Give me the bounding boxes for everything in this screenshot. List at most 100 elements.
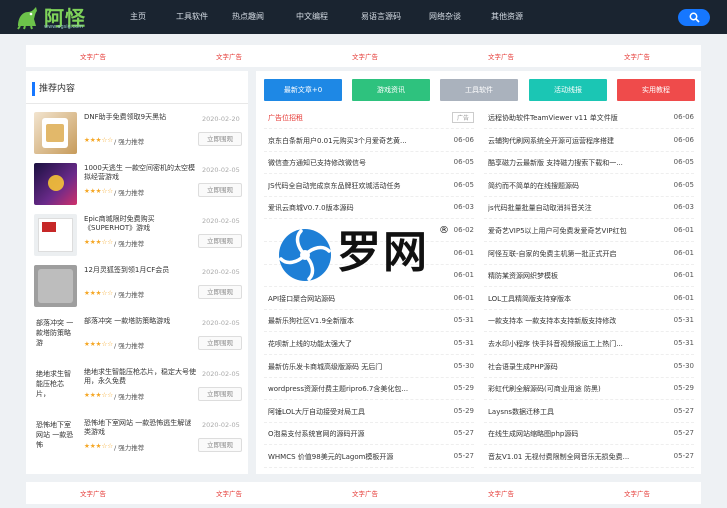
text-ad[interactable]: 文字广告 (352, 51, 378, 61)
tab-events[interactable]: 活动线报 (529, 79, 607, 101)
article-row[interactable]: API接口聚合网站源码 06-01 (264, 288, 474, 310)
article-row[interactable]: wordpress资源付费主题ripro6.7含美化包... 05-29 (264, 378, 474, 401)
article-row[interactable]: 微信查方通知已支持修改微信号 06-05 (264, 152, 474, 175)
article-title[interactable]: 最新乐狗社区V1.9全新版本 (268, 316, 440, 326)
text-ad[interactable]: 文字广告 (488, 51, 514, 61)
item-title[interactable]: 部落冲突 一款塔防策略游戏 (84, 317, 196, 326)
nav-item-home[interactable]: 主页 (112, 0, 164, 34)
article-title[interactable]: 简约而不简单的在线搜题源码 (488, 181, 660, 191)
search-button[interactable] (678, 9, 710, 26)
item-thumbnail-alt-text[interactable]: 绝地求生智能压枪芯片， (34, 367, 77, 409)
nav-item-programming[interactable]: 中文编程 (276, 0, 348, 34)
recommend-item[interactable]: 1000天逃生 一款空间密机的太空模拟经营游戏 2020-02-05 ★★★☆☆… (34, 163, 244, 209)
item-thumbnail-alt-text[interactable]: 部落冲突 一款塔防策略游 (34, 316, 77, 358)
article-title[interactable]: WHMCS 价值98美元的Lagom模板开源 (268, 452, 440, 462)
text-ad[interactable]: 文字广告 (352, 488, 378, 498)
nav-item-tools[interactable]: 工具软件 (164, 0, 220, 34)
view-button[interactable]: 立即围观 (198, 336, 242, 350)
view-button[interactable]: 立即围观 (198, 234, 242, 248)
recommend-item[interactable]: 绝地求生智能压枪芯片， 绝地求生智能压枪芯片，稳定大号使用，永久免费 2020-… (34, 367, 244, 413)
article-row[interactable]: 一款支持本 一款支持本支持新版支持修改 05-31 (484, 310, 694, 333)
text-ad[interactable]: 文字广告 (624, 51, 650, 61)
article-row[interactable]: 阿锤LOL大厅自动接受对局工具 05-29 (264, 401, 474, 423)
tab-latest[interactable]: 最新文章+0 (264, 79, 342, 101)
article-title[interactable]: JS代码全自动完成京东品牌狂欢城活动任务 (268, 181, 440, 191)
article-title[interactable]: API接口聚合网站源码 (268, 294, 440, 304)
article-row[interactable]: 爱奇艺VIP5以上用户可免费发爱奇艺VIP红包 06-01 (484, 220, 694, 242)
article-title[interactable]: 爱讯云商城V0.7.0版本源码 (268, 203, 440, 213)
article-title[interactable]: 精防某资源网织梦模板 (488, 271, 660, 281)
item-title[interactable]: 恐怖地下室网站 一款恐怖逃生解谜类游戏 (84, 419, 196, 437)
view-button[interactable]: 立即围观 (198, 438, 242, 452)
text-ad[interactable]: 文字广告 (80, 488, 106, 498)
article-title[interactable]: 在线生成网站缩略图php源码 (488, 429, 660, 439)
article-row[interactable]: 彩虹代刷全解源码(可商业用途 防黑) 05-29 (484, 378, 694, 401)
text-ad[interactable]: 文字广告 (216, 51, 242, 61)
article-row[interactable]: 音友V1.01 无视付费限制全网音乐无损免费... 05-27 (484, 446, 694, 468)
item-thumbnail[interactable] (34, 214, 77, 256)
view-button[interactable]: 立即围观 (198, 183, 242, 197)
article-title[interactable]: 去水印小程序 快手抖音视频报运工上热门... (488, 339, 660, 349)
item-title[interactable]: 绝地求生智能压枪芯片，稳定大号使用，永久免费 (84, 368, 196, 386)
article-title[interactable]: wordpress资源付费主题ripro6.7含美化包... (268, 384, 440, 394)
article-title[interactable]: 花呗新上线的功能太强大了 (268, 339, 440, 349)
article-row[interactable]: 云辅狗代刷网系统全开源可运营程序搭建 06-06 (484, 130, 694, 152)
article-row[interactable]: 在线生成网站缩略图php源码 05-27 (484, 423, 694, 446)
item-thumbnail-alt-text[interactable]: 恐怖地下室网站 一款恐怖 (34, 418, 77, 460)
article-title[interactable]: js代码批量批量自动取消抖音关注 (488, 203, 660, 213)
article-title[interactable]: 彩虹代刷全解源码(可商业用途 防黑) (488, 384, 660, 394)
item-thumbnail[interactable] (34, 112, 77, 154)
view-button[interactable]: 立即围观 (198, 387, 242, 401)
recommend-item[interactable]: 恐怖地下室网站 一款恐怖 恐怖地下室网站 一款恐怖逃生解谜类游戏 2020-02… (34, 418, 244, 464)
article-row[interactable]: 去水印小程序 快手抖音视频报运工上热门... 05-31 (484, 333, 694, 355)
article-title[interactable]: 爱奇艺VIP5以上用户可免费发爱奇艺VIP红包 (488, 226, 660, 236)
article-title[interactable]: Laysns数据迁移工具 (488, 407, 660, 417)
recommend-item[interactable]: 部落冲突 一款塔防策略游 部落冲突 一款塔防策略游戏 2020-02-05 ★★… (34, 316, 244, 362)
article-row[interactable]: 爱讯云商城V0.7.0版本源码 06-03 (264, 197, 474, 220)
article-title[interactable]: LOL工具精简版支持穿版本 (488, 294, 660, 304)
article-title[interactable]: 阿怪互联-自家的免费主机第一批正式开启 (488, 249, 660, 259)
article-title[interactable]: 音友V1.01 无视付费限制全网音乐无损免费... (488, 452, 660, 462)
article-row[interactable]: 社会语录生成PHP源码 05-30 (484, 356, 694, 378)
article-title[interactable]: 酷享磁力云最新版 支持磁力搜索下载和一... (488, 158, 660, 168)
article-row[interactable]: 酷享磁力云最新版 支持磁力搜索下载和一... 06-05 (484, 152, 694, 175)
article-row[interactable]: js代码批量批量自动取消抖音关注 06-03 (484, 197, 694, 220)
article-row[interactable]: 最新乐狗社区V1.9全新版本 05-31 (264, 310, 474, 333)
article-title[interactable]: 阿锤LOL大厅自动接受对局工具 (268, 407, 440, 417)
item-title[interactable]: DNF助手免费领取9天黑钻 (84, 113, 196, 122)
article-row[interactable]: JS代码全自动完成京东品牌狂欢城活动任务 06-05 (264, 175, 474, 197)
item-thumbnail[interactable] (34, 163, 77, 205)
site-logo[interactable]: 阿怪 www.agsig.com (14, 2, 98, 32)
article-title[interactable]: O泡易支付系统官网的源码开源 (268, 429, 440, 439)
view-button[interactable]: 立即围观 (198, 132, 242, 146)
tab-tutorials[interactable]: 实用教程 (617, 79, 695, 101)
recommend-item[interactable]: DNF助手免费领取9天黑钻 2020-02-20 ★★★☆☆ / 强力推荐 立即… (34, 112, 244, 158)
recommend-item[interactable]: Epic商城限时免费购买《SUPERHOT》游戏 2020-02-05 ★★★☆… (34, 214, 244, 260)
ad-slot-title[interactable]: 广告位招租 (268, 113, 440, 123)
item-title[interactable]: 1000天逃生 一款空间密机的太空模拟经营游戏 (84, 164, 196, 182)
article-row[interactable]: 远程协助软件TeamViewer v11 单文件版 06-06 (484, 107, 694, 129)
item-thumbnail[interactable] (34, 265, 77, 307)
nav-item-other[interactable]: 其他资源 (476, 0, 538, 34)
nav-item-talk[interactable]: 网络杂谈 (414, 0, 476, 34)
article-row[interactable]: O泡易支付系统官网的源码开源 05-27 (264, 423, 474, 446)
text-ad[interactable]: 文字广告 (624, 488, 650, 498)
nav-item-source[interactable]: 易语言源码 (348, 0, 414, 34)
article-row[interactable]: 京东白条新用户0.01元购买3个月爱奇艺黄... 06-06 (264, 130, 474, 152)
item-title[interactable]: 12月灵狐签到领1月CF会员 (84, 266, 196, 275)
article-title[interactable]: 京东白条新用户0.01元购买3个月爱奇艺黄... (268, 136, 440, 146)
article-row[interactable]: 花呗新上线的功能太强大了 05-31 (264, 333, 474, 355)
article-title[interactable]: 社会语录生成PHP源码 (488, 362, 660, 372)
article-row[interactable]: 精防某资源网织梦模板 06-01 (484, 265, 694, 288)
tab-game-news[interactable]: 游戏资讯 (352, 79, 430, 101)
article-row[interactable]: Laysns数据迁移工具 05-27 (484, 401, 694, 423)
article-title[interactable]: 微信查方通知已支持修改微信号 (268, 158, 440, 168)
article-title[interactable]: 一款支持本 一款支持本支持新版支持修改 (488, 316, 660, 326)
tab-tools[interactable]: 工具软件 (440, 79, 518, 101)
view-button[interactable]: 立即围观 (198, 285, 242, 299)
recommend-item[interactable]: 12月灵狐签到领1月CF会员 2020-02-05 ★★★☆☆ / 强力推荐 立… (34, 265, 244, 311)
article-title[interactable]: 远程协助软件TeamViewer v11 单文件版 (488, 113, 660, 123)
text-ad[interactable]: 文字广告 (488, 488, 514, 498)
article-row[interactable]: LOL工具精简版支持穿版本 06-01 (484, 288, 694, 310)
text-ad[interactable]: 文字广告 (80, 51, 106, 61)
